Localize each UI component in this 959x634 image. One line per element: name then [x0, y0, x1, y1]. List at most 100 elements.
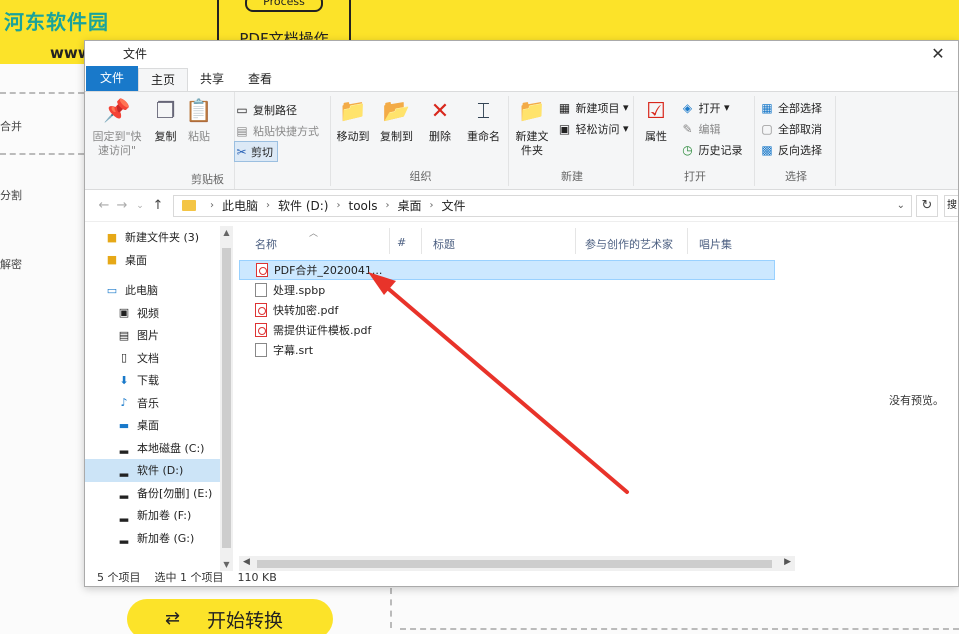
file-row[interactable]: 字幕.srt: [239, 340, 795, 360]
address-bar[interactable]: › 此电脑 › 软件 (D:) › tools › 桌面 › 文件 ⌄: [173, 194, 912, 217]
nav-item-music[interactable]: ♪ 音乐: [85, 392, 233, 415]
file-row[interactable]: 需提供证件模板.pdf: [239, 320, 795, 340]
nav-item-desktop-quick[interactable]: ■ 桌面: [85, 249, 233, 272]
open-icon: ◈: [682, 100, 693, 115]
nav-item-documents[interactable]: ▯ 文档: [85, 347, 233, 370]
side-item-merge[interactable]: 合并: [0, 118, 22, 134]
rename-button[interactable]: ⌶ 重命名: [466, 97, 502, 144]
side-item-decrypt[interactable]: 解密: [0, 256, 22, 272]
new-folder-label: 新建文件夹: [515, 130, 549, 157]
drive-icon: ▂: [119, 531, 129, 545]
app-tab-pill: Process: [245, 0, 323, 12]
cut-button[interactable]: ✂ 剪切: [234, 141, 278, 162]
selected-size: 110 KB: [237, 570, 277, 584]
nav-item-new-folder-3[interactable]: ■ 新建文件夹 (3): [85, 226, 233, 249]
document-icon: ▯: [120, 351, 128, 365]
paste-shortcut-button[interactable]: ▤ 粘贴快捷方式: [234, 120, 319, 141]
tab-share[interactable]: 共享: [188, 68, 236, 91]
pdf-file-icon: [255, 323, 267, 337]
file-name: 处理.spbp: [273, 284, 326, 297]
open-button[interactable]: ◈ 打开 ▾: [680, 97, 743, 118]
column-number[interactable]: #: [397, 236, 406, 249]
new-item-button[interactable]: ▦ 新建项目 ▾: [557, 97, 629, 118]
file-row[interactable]: PDF合并_2020041...: [239, 260, 775, 280]
select-small-col: ▦ 全部选择 ▢ 全部取消 ▩ 反向选择: [759, 97, 822, 160]
refresh-icon[interactable]: ↻: [916, 194, 938, 217]
file-icon: [255, 343, 267, 357]
nav-item-drive-d[interactable]: ▂ 软件 (D:): [85, 459, 233, 482]
up-arrow-icon[interactable]: ↑: [149, 198, 167, 213]
scroll-left-icon[interactable]: ◀: [243, 557, 250, 567]
breadcrumb-tools[interactable]: tools: [348, 199, 377, 213]
breadcrumb-this-pc[interactable]: 此电脑: [222, 197, 258, 214]
column-album[interactable]: 唱片集: [699, 236, 732, 252]
new-folder-icon: 📁: [518, 99, 546, 124]
divider: [421, 228, 422, 254]
nav-item-this-pc[interactable]: ▭ 此电脑: [85, 279, 233, 302]
folder-icon: ■: [106, 230, 118, 244]
drive-icon: ▂: [119, 463, 129, 477]
nav-item-desktop[interactable]: ▬ 桌面: [85, 414, 233, 437]
divider: [0, 92, 84, 94]
close-icon[interactable]: ✕: [918, 44, 958, 63]
divider: [835, 96, 836, 186]
paste-button[interactable]: 📋 粘贴: [185, 97, 213, 144]
file-row[interactable]: 处理.spbp: [239, 280, 795, 300]
chevron-down-icon[interactable]: ⌄: [897, 200, 905, 211]
delete-button[interactable]: ✕ 删除: [422, 97, 458, 144]
column-artists[interactable]: 参与创作的艺术家: [585, 236, 673, 252]
breadcrumb-desktop[interactable]: 桌面: [397, 197, 421, 214]
column-title[interactable]: 标题: [433, 236, 455, 252]
easy-access-button[interactable]: ▣ 轻松访问 ▾: [557, 118, 629, 139]
nav-item-downloads[interactable]: ⬇ 下载: [85, 369, 233, 392]
nav-item-drive-e[interactable]: ▂ 备份[勿删] (E:): [85, 482, 233, 505]
copy-to-button[interactable]: 📂 复制到: [379, 97, 415, 144]
properties-label: 属性: [645, 130, 667, 143]
breadcrumb-files[interactable]: 文件: [441, 197, 465, 214]
easy-access-icon: ▣: [558, 121, 571, 136]
drive-icon: ▂: [119, 508, 129, 522]
edit-button[interactable]: ✎ 编辑: [680, 118, 743, 139]
start-convert-button[interactable]: ⇄ 开始转换: [127, 599, 333, 634]
clipboard-small-col: ▭ 复制路径 ▤ 粘贴快捷方式 ✂ 剪切: [234, 99, 319, 162]
invert-selection-button[interactable]: ▩ 反向选择: [759, 139, 822, 160]
new-item-icon: ▦: [558, 100, 571, 115]
watermark-logo: 河东软件园: [4, 10, 109, 34]
nav-item-label: 图片: [137, 329, 159, 343]
folder-icon: [182, 200, 196, 211]
breadcrumb-drive-d[interactable]: 软件 (D:): [278, 197, 328, 214]
paste-icon: 📋: [185, 99, 213, 124]
rename-label: 重命名: [467, 130, 500, 143]
nav-scrollbar[interactable]: ▲ ▼: [220, 226, 233, 571]
move-to-button[interactable]: 📁 移动到: [335, 97, 371, 144]
tab-file[interactable]: 文件: [86, 66, 139, 91]
forward-arrow-icon[interactable]: →: [113, 198, 131, 213]
nav-item-drive-c[interactable]: ▂ 本地磁盘 (C:): [85, 437, 233, 460]
search-input[interactable]: 搜: [944, 194, 958, 217]
select-none-button[interactable]: ▢ 全部取消: [759, 118, 822, 139]
select-all-button[interactable]: ▦ 全部选择: [759, 97, 822, 118]
recent-chevron-icon[interactable]: ⌄: [131, 201, 149, 211]
nav-item-drive-f[interactable]: ▂ 新加卷 (F:): [85, 504, 233, 527]
column-name[interactable]: 名称: [255, 236, 277, 252]
new-folder-button[interactable]: 📁 新建文件夹: [513, 97, 551, 158]
divider: [390, 588, 392, 628]
nav-item-drive-g[interactable]: ▂ 新加卷 (G:): [85, 527, 233, 550]
select-none-label: 全部取消: [778, 122, 822, 136]
file-row[interactable]: 快转加密.pdf: [239, 300, 795, 320]
scroll-up-icon[interactable]: ▲: [220, 228, 233, 237]
delete-icon: ✕: [430, 99, 450, 124]
scroll-thumb[interactable]: [222, 248, 231, 548]
history-button[interactable]: ◷ 历史记录: [680, 139, 742, 160]
back-arrow-icon[interactable]: ←: [95, 198, 113, 213]
copy-path-button[interactable]: ▭ 复制路径: [234, 99, 319, 120]
tab-view[interactable]: 查看: [236, 68, 284, 91]
properties-button[interactable]: ☑ 属性: [638, 97, 674, 144]
side-item-split[interactable]: 分割: [0, 187, 22, 203]
nav-item-videos[interactable]: ▣ 视频: [85, 302, 233, 325]
scroll-thumb[interactable]: [257, 560, 772, 568]
tab-home[interactable]: 主页: [138, 68, 189, 91]
picture-icon: ▤: [118, 328, 130, 342]
nav-item-pictures[interactable]: ▤ 图片: [85, 324, 233, 347]
scroll-right-icon[interactable]: ▶: [784, 557, 791, 567]
